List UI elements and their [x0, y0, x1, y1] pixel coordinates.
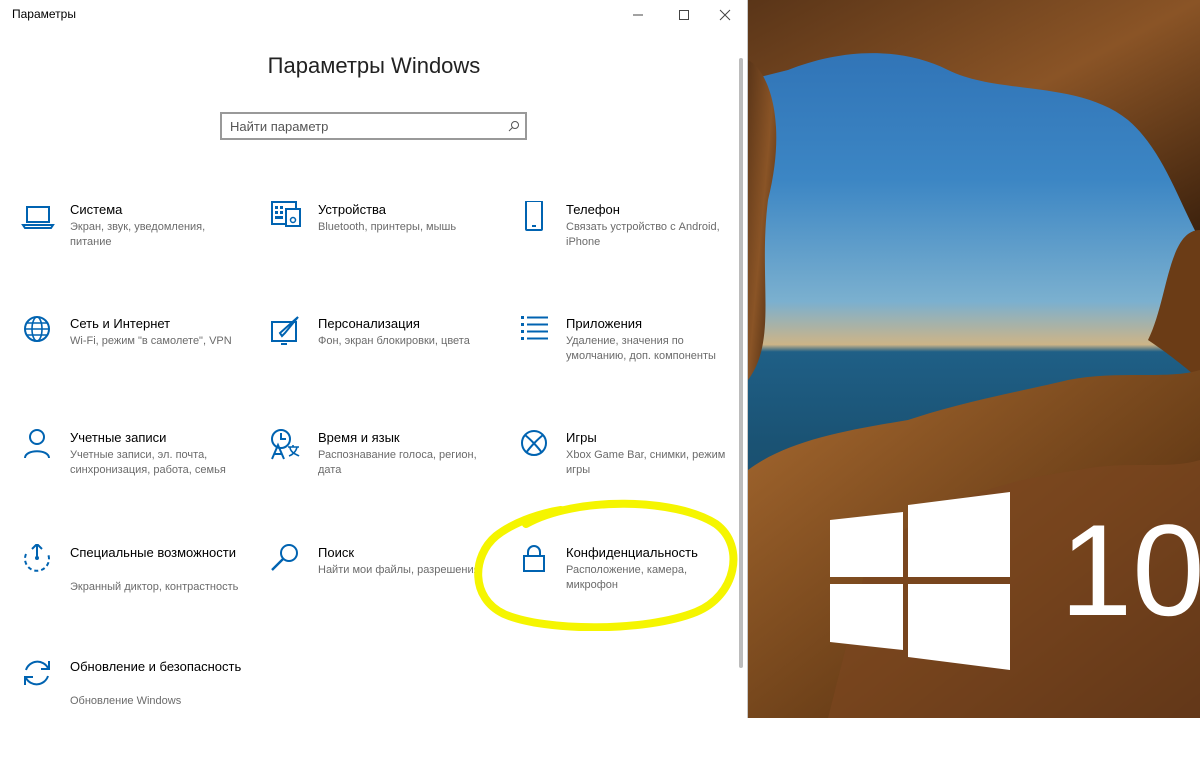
tile-time-language[interactable]: Время и язык Распознавание голоса, регио…	[268, 429, 498, 529]
search-box[interactable]	[220, 112, 527, 140]
app-title: Параметры	[12, 7, 76, 21]
maximize-icon	[679, 10, 689, 20]
tile-devices[interactable]: Устройства Bluetooth, принтеры, мышь	[268, 201, 498, 301]
apps-list-icon	[521, 316, 548, 340]
globe-icon	[24, 316, 50, 342]
tile-description: Распознавание голоса, регион, дата	[318, 449, 477, 476]
desktop-wallpaper: 10	[748, 0, 1200, 718]
keyboard-icon	[271, 201, 301, 227]
laptop-icon	[21, 206, 55, 229]
person-icon	[24, 429, 50, 459]
tile-ease-of-access[interactable]: Специальные возможности Экранный диктор,…	[20, 544, 250, 644]
tile-personalization[interactable]: Персонализация Фон, экран блокировки, цв…	[268, 315, 498, 415]
tile-accounts[interactable]: Учетные записи Учетные записи, эл. почта…	[20, 429, 250, 529]
tile-title: Учетные записи	[70, 430, 167, 445]
close-button[interactable]	[704, 0, 746, 30]
tile-update-security[interactable]: Обновление и безопасность Обновление Win…	[20, 658, 250, 758]
tile-network[interactable]: Сеть и Интернет Wi-Fi, режим "в самолете…	[20, 315, 250, 415]
search-icon	[503, 120, 525, 132]
ease-of-access-icon	[24, 544, 50, 572]
xbox-icon	[521, 430, 547, 456]
tile-title: Сеть и Интернет	[70, 316, 171, 331]
sync-icon	[24, 660, 50, 686]
tile-description: Wi-Fi, режим "в самолете", VPN	[70, 335, 232, 347]
paint-brush-icon	[271, 316, 299, 345]
tile-description: Экранный диктор, контрастность	[70, 581, 239, 593]
tile-title: Обновление и безопасность	[70, 659, 242, 674]
tile-title: Телефон	[566, 202, 620, 217]
close-icon	[719, 9, 731, 21]
settings-window: Параметры Параметры Windows Система Экра…	[0, 0, 748, 718]
tile-title: Время и язык	[318, 430, 400, 445]
tile-title: Система	[70, 202, 123, 217]
yellow-highlight-circle	[474, 499, 738, 631]
tile-search[interactable]: Поиск Найти мои файлы, разрешения	[268, 544, 498, 644]
title-bar: Параметры	[0, 0, 747, 30]
tile-apps[interactable]: Приложения Удаление, значения по умолчан…	[516, 315, 746, 415]
windows-version-text: 10	[1060, 497, 1200, 643]
search-input[interactable]	[222, 118, 503, 134]
tile-title: Устройства	[318, 202, 387, 217]
page-title: Параметры Windows	[267, 53, 481, 78]
minimize-button[interactable]	[617, 0, 659, 30]
tile-title: Приложения	[566, 316, 643, 331]
minimize-icon	[633, 14, 643, 16]
time-language-icon	[271, 429, 300, 460]
tile-description: Обновление Windows	[70, 695, 182, 707]
tile-description: Связать устройство с Android, iPhone	[566, 221, 720, 248]
search-icon	[271, 544, 298, 571]
tile-system[interactable]: Система Экран, звук, уведомления, питани…	[20, 201, 250, 301]
tile-title: Персонализация	[318, 316, 420, 331]
tile-description: Фон, экран блокировки, цвета	[318, 335, 470, 347]
tile-description: Удаление, значения по умолчанию, доп. ко…	[566, 335, 716, 362]
tile-description: Учетные записи, эл. почта, синхронизация…	[70, 449, 226, 476]
tile-phone[interactable]: Телефон Связать устройство с Android, iP…	[516, 201, 746, 301]
tile-description: Bluetooth, принтеры, мышь	[318, 221, 457, 233]
tile-title: Игры	[566, 430, 597, 445]
maximize-button[interactable]	[663, 0, 705, 30]
tile-description: Xbox Game Bar, снимки, режим игры	[566, 449, 726, 476]
tile-description: Экран, звук, уведомления, питание	[70, 221, 206, 248]
tile-title: Специальные возможности	[70, 545, 236, 560]
phone-icon	[525, 201, 543, 231]
